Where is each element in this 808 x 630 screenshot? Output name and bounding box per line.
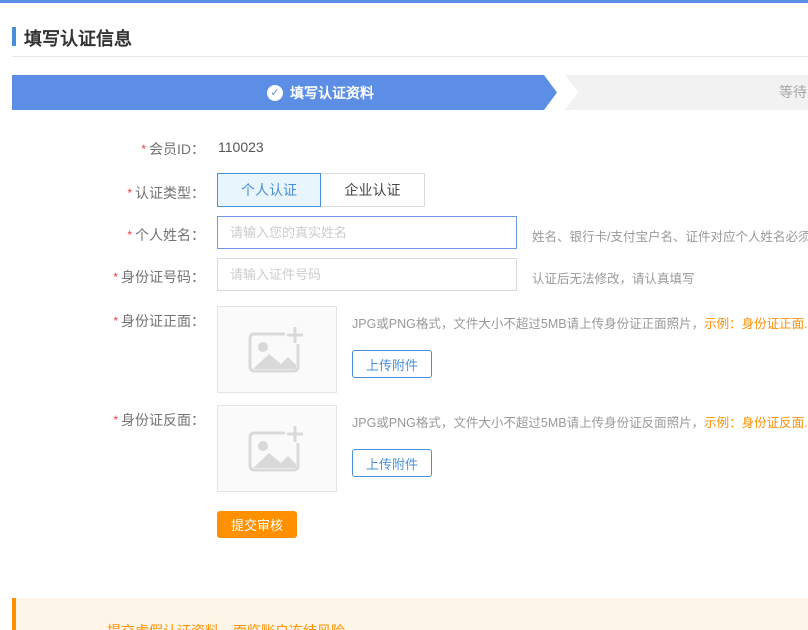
- tab-personal-auth[interactable]: 个人认证: [217, 173, 321, 207]
- id-number-label: *身份证号码：: [0, 267, 205, 287]
- step-fill-auth-info: ✓ 填写认证资料: [12, 75, 557, 110]
- submit-review-button[interactable]: 提交审核: [217, 511, 297, 538]
- required-mark: *: [113, 270, 118, 284]
- auth-type-label: *认证类型：: [0, 183, 205, 203]
- id-front-upload-button[interactable]: 上传附件: [352, 350, 432, 378]
- person-name-hint: 姓名、银行卡/支付宝户名、证件对应个人姓名必须一致: [532, 226, 808, 245]
- page-title: 填写认证信息: [24, 25, 132, 51]
- header-divider: [12, 56, 808, 57]
- warning-text: 提交虚假认证资料，面临账户冻结风险: [107, 621, 345, 630]
- person-name-label: *个人姓名：: [0, 225, 205, 245]
- id-back-hint: JPG或PNG格式，文件大小不超过5MB请上传身份证反面照片，示例：身份证反面.…: [352, 412, 808, 431]
- id-front-upload-box[interactable]: [217, 306, 337, 393]
- tab-enterprise-auth[interactable]: 企业认证: [321, 173, 425, 207]
- step-next-label: 等待: [779, 75, 807, 110]
- id-number-hint: 认证后无法修改，请认真填写: [532, 268, 695, 287]
- image-placeholder-icon: [248, 326, 306, 373]
- title-accent-bar: [12, 27, 16, 46]
- auth-type-tabs: 个人认证 企业认证: [217, 173, 425, 207]
- id-front-label: *身份证正面：: [0, 311, 205, 331]
- id-back-label: *身份证反面：: [0, 410, 205, 430]
- required-mark: *: [113, 314, 118, 328]
- id-number-input[interactable]: [217, 258, 517, 291]
- step-current-label: 填写认证资料: [290, 83, 374, 103]
- id-front-example-link[interactable]: 示例：身份证正面.png: [704, 317, 808, 331]
- top-accent-strip: [0, 0, 808, 3]
- id-back-example-link[interactable]: 示例：身份证反面.png: [704, 416, 808, 430]
- required-mark: *: [141, 142, 146, 156]
- check-circle-icon: ✓: [267, 85, 283, 101]
- warning-banner: 提交虚假认证资料，面临账户冻结风险: [12, 598, 808, 630]
- person-name-input[interactable]: [217, 216, 517, 249]
- member-id-value: 110023: [218, 139, 264, 155]
- id-front-hint: JPG或PNG格式，文件大小不超过5MB请上传身份证正面照片，示例：身份证正面.…: [352, 313, 808, 332]
- required-mark: *: [127, 186, 132, 200]
- required-mark: *: [127, 228, 132, 242]
- id-back-upload-box[interactable]: [217, 405, 337, 492]
- verification-form-page: 填写认证信息 ✓ 填写认证资料 等待 *会员ID： 110023 *认证类型： …: [0, 0, 808, 630]
- step-waiting: 等待: [565, 75, 808, 110]
- required-mark: *: [113, 413, 118, 427]
- image-placeholder-icon: [248, 425, 306, 472]
- id-back-upload-button[interactable]: 上传附件: [352, 449, 432, 477]
- member-id-label: *会员ID：: [0, 139, 205, 159]
